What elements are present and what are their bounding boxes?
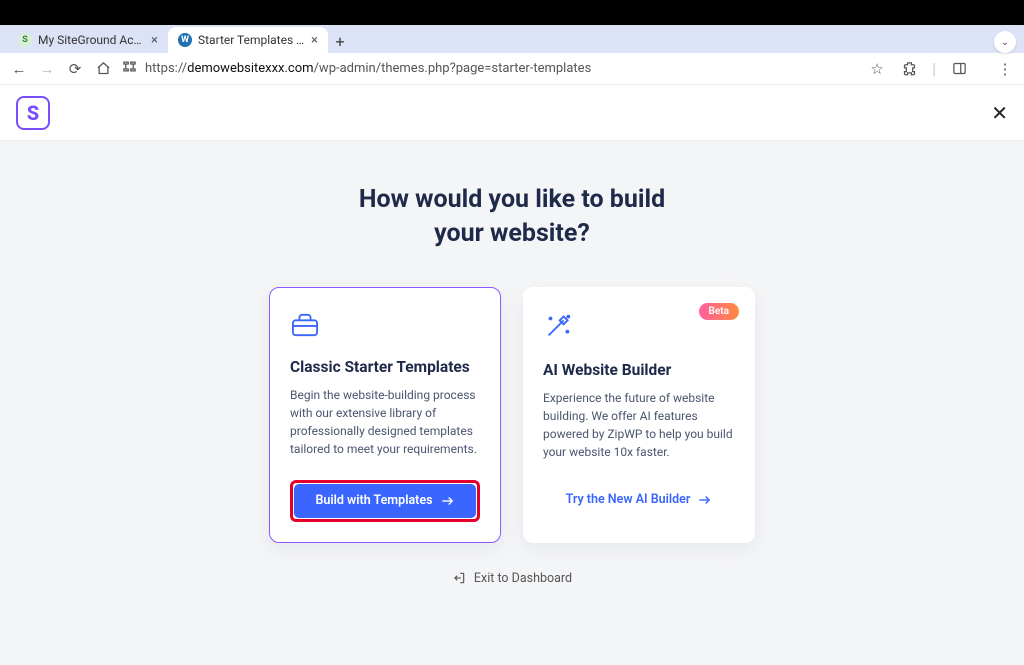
back-button[interactable]: ← (10, 60, 28, 78)
bookmark-star-icon[interactable]: ☆ (868, 60, 886, 78)
card-title: AI Website Builder (543, 361, 735, 379)
highlighted-area: Build with Templates (290, 480, 480, 522)
starter-templates-logo: S (16, 96, 50, 130)
home-button[interactable] (94, 61, 112, 76)
window-top-blackbar (0, 0, 1024, 25)
tab-title: My SiteGround Account (38, 33, 145, 47)
exit-to-dashboard-link[interactable]: Exit to Dashboard (0, 571, 1024, 586)
reload-button[interactable]: ⟳ (66, 60, 84, 78)
beta-badge: Beta (699, 303, 739, 320)
page-headline: How would you like to build your website… (0, 183, 1024, 251)
site-controls-icon[interactable] (122, 59, 137, 78)
tab-close-icon[interactable]: × (311, 33, 318, 48)
build-with-templates-button[interactable]: Build with Templates (294, 484, 476, 518)
browser-tab-strip: S My SiteGround Account × W Starter Temp… (0, 25, 1024, 53)
new-tab-button[interactable]: + (328, 29, 352, 53)
browser-toolbar: ← → ⟳ https://demowebsitexxx.com/wp-admi… (0, 53, 1024, 85)
forward-button[interactable]: → (38, 60, 56, 78)
tab-list-dropdown[interactable]: ⌄ (994, 31, 1016, 53)
url-text: https://demowebsitexxx.com/wp-admin/them… (145, 61, 591, 76)
briefcase-icon (290, 312, 480, 342)
favicon-siteground: S (18, 33, 32, 47)
browser-tab-starter-templates[interactable]: W Starter Templates ‹ My WordP × (168, 27, 328, 53)
address-bar[interactable]: https://demowebsitexxx.com/wp-admin/them… (122, 59, 858, 78)
tab-title: Starter Templates ‹ My WordP (198, 33, 305, 47)
side-panel-icon[interactable] (950, 61, 968, 76)
favicon-wordpress: W (178, 33, 192, 47)
close-button[interactable]: ✕ (991, 101, 1008, 125)
tab-close-icon[interactable]: × (151, 33, 158, 48)
exit-icon (452, 571, 466, 585)
card-classic-templates[interactable]: Classic Starter Templates Begin the webs… (269, 287, 501, 543)
browser-tab-siteground[interactable]: S My SiteGround Account × (8, 27, 168, 53)
card-ai-builder[interactable]: Beta AI Website Builder Experience the f… (523, 287, 755, 543)
card-title: Classic Starter Templates (290, 358, 480, 376)
card-description: Begin the website-building process with … (290, 386, 480, 458)
browser-menu-icon[interactable]: ⋮ (996, 60, 1014, 78)
app-header: S ✕ (0, 85, 1024, 141)
option-cards-row: Classic Starter Templates Begin the webs… (0, 287, 1024, 543)
page-content: How would you like to build your website… (0, 141, 1024, 665)
card-description: Experience the future of website buildin… (543, 389, 735, 461)
try-ai-builder-button[interactable]: Try the New AI Builder (543, 483, 735, 517)
extensions-icon[interactable] (900, 61, 918, 76)
